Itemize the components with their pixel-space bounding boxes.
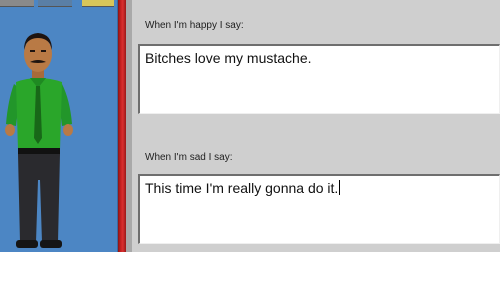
speech-form: When I'm happy I say: Bitches love my mu…: [132, 0, 500, 252]
right-shoe: [40, 240, 62, 248]
toolbar-swatches: [0, 0, 118, 8]
character-figure: [5, 33, 73, 248]
toolbar-swatch-2[interactable]: [38, 0, 72, 7]
sad-text-field[interactable]: This time I'm really gonna do it.: [138, 174, 500, 244]
right-hand: [63, 124, 73, 136]
character-panel: [0, 0, 118, 252]
left-eye: [30, 50, 35, 52]
left-shoe: [16, 240, 38, 248]
belt: [18, 148, 60, 154]
pants: [18, 154, 60, 242]
text-caret: [339, 180, 341, 195]
sad-prompt-label: When I'm sad I say:: [145, 152, 233, 163]
toolbar-swatch-1[interactable]: [0, 0, 34, 7]
sad-text-value: This time I'm really gonna do it.: [145, 180, 339, 196]
toolbar-swatch-3[interactable]: [82, 0, 114, 7]
happy-text-value: Bitches love my mustache.: [145, 50, 312, 66]
happy-text-field[interactable]: Bitches love my mustache.: [138, 44, 500, 114]
app-window: When I'm happy I say: Bitches love my mu…: [0, 0, 500, 252]
right-eye: [41, 50, 46, 52]
left-hand: [5, 124, 15, 136]
happy-prompt-label: When I'm happy I say:: [145, 20, 244, 31]
panel-divider[interactable]: [118, 0, 126, 252]
